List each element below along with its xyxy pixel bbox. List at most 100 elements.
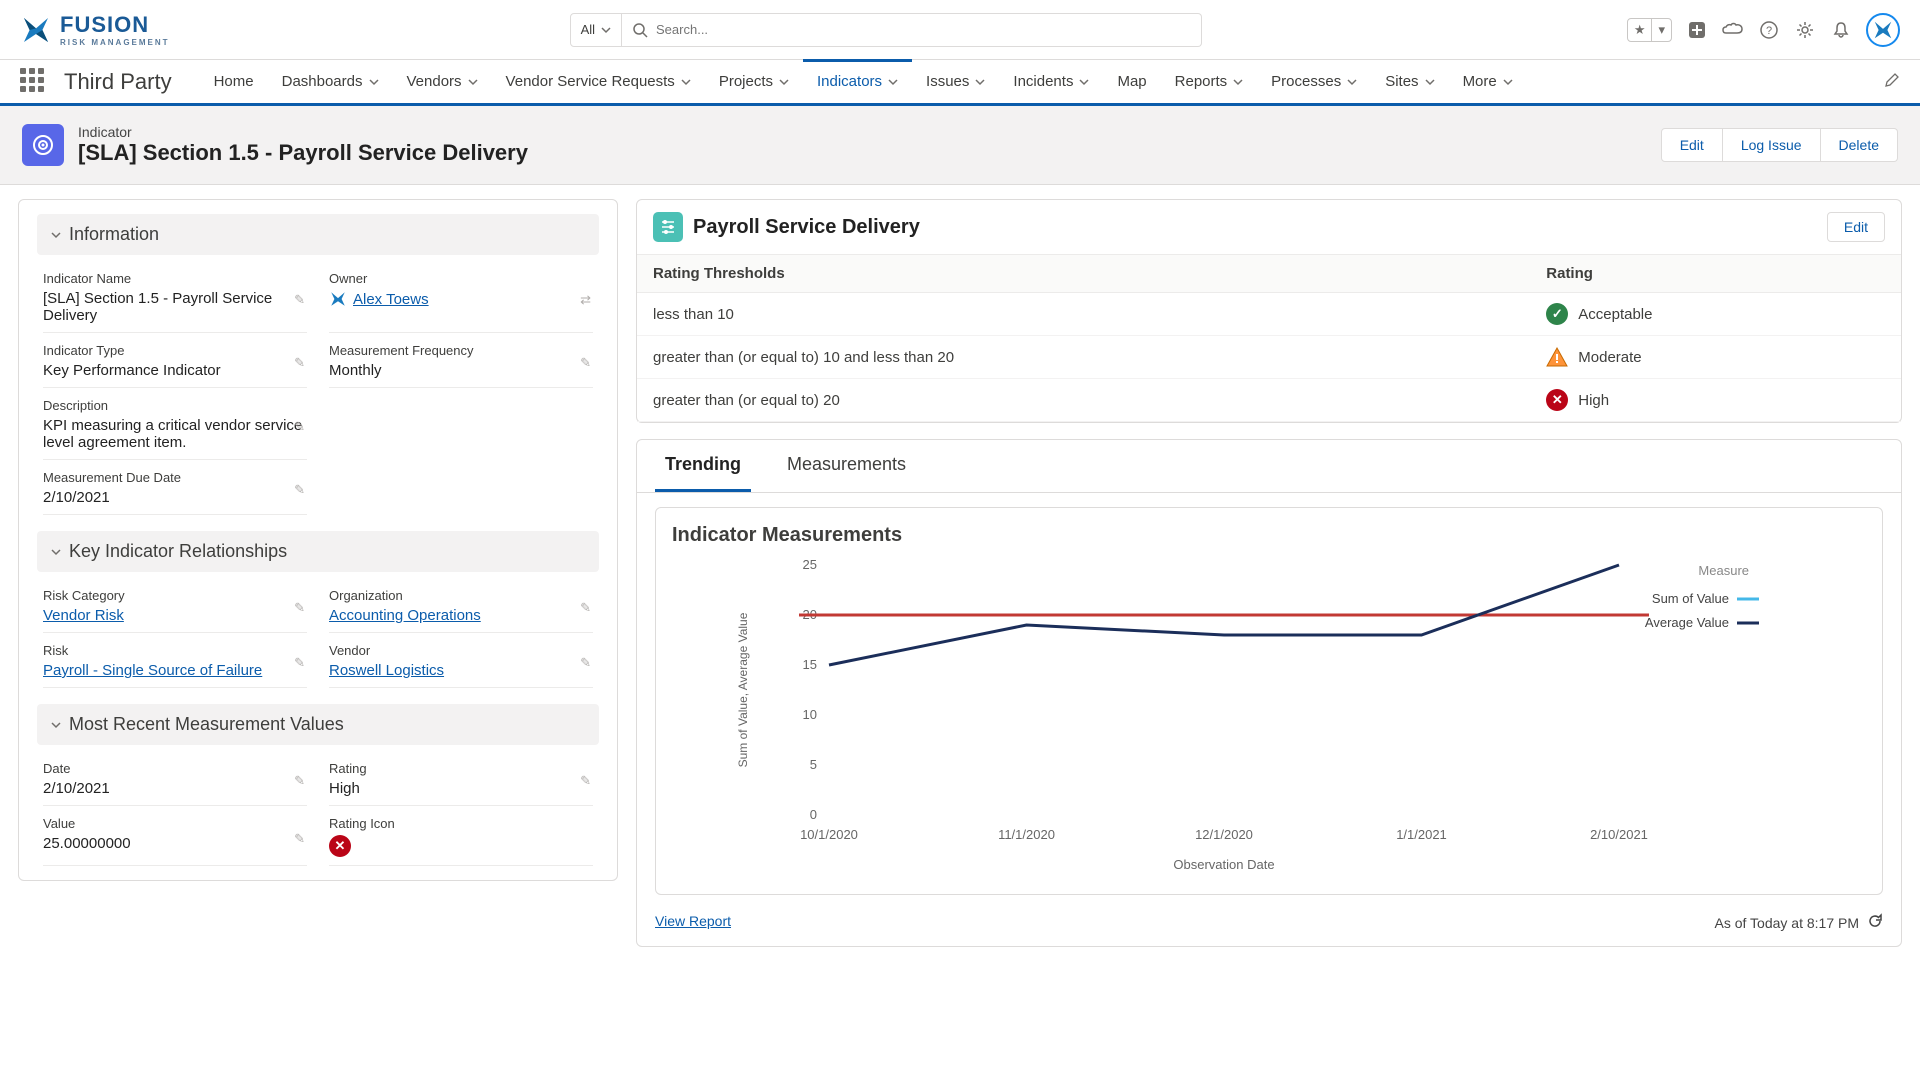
field-organization: Organization Accounting Operations ✎	[329, 584, 593, 633]
chevron-down-icon	[779, 77, 789, 87]
as-of-text: As of Today at 8:17 PM	[1715, 915, 1860, 931]
tab-trending[interactable]: Trending	[655, 440, 751, 492]
section-relationships-header[interactable]: Key Indicator Relationships	[37, 531, 599, 572]
record-header: Indicator [SLA] Section 1.5 - Payroll Se…	[0, 106, 1920, 185]
chevron-down-icon	[601, 25, 611, 35]
refresh-icon[interactable]	[1867, 913, 1883, 932]
chevron-down-icon	[1503, 77, 1513, 87]
help-icon[interactable]: ?	[1758, 19, 1780, 41]
chevron-down-icon	[468, 77, 478, 87]
fusion-logo-icon	[20, 14, 52, 46]
svg-text:25: 25	[803, 557, 817, 572]
user-avatar[interactable]	[1866, 13, 1900, 47]
field-risk-category: Risk Category Vendor Risk ✎	[43, 584, 307, 633]
nav-tab-issues[interactable]: Issues	[912, 60, 999, 103]
chevron-down-icon	[1233, 77, 1243, 87]
nav-tab-vendors[interactable]: Vendors	[393, 60, 492, 103]
nav-tab-more[interactable]: More	[1449, 60, 1527, 103]
chevron-down-icon	[51, 230, 61, 240]
nav-tab-processes[interactable]: Processes	[1257, 60, 1371, 103]
owner-link[interactable]: Alex Toews	[353, 291, 429, 308]
edit-pencil-icon[interactable]: ✎	[294, 419, 305, 435]
edit-pencil-icon[interactable]: ✎	[580, 773, 591, 789]
chevron-down-icon	[975, 77, 985, 87]
organization-link[interactable]: Accounting Operations	[329, 607, 481, 624]
edit-button[interactable]: Edit	[1661, 128, 1723, 162]
change-owner-icon[interactable]: ⇄	[580, 292, 591, 308]
object-label: Indicator	[78, 124, 528, 140]
svg-text:10: 10	[803, 707, 817, 722]
threshold-row: greater than (or equal to) 20✕High	[637, 379, 1901, 422]
edit-pencil-icon[interactable]: ✎	[294, 831, 305, 847]
owner-avatar-icon	[329, 290, 347, 308]
thresholds-table: Rating Thresholds Rating less than 10✓Ac…	[637, 254, 1901, 422]
svg-text:12/1/2020: 12/1/2020	[1195, 827, 1253, 842]
thresholds-edit-button[interactable]: Edit	[1827, 212, 1885, 242]
field-vendor: Vendor Roswell Logistics ✎	[329, 639, 593, 688]
chevron-down-icon	[1079, 77, 1089, 87]
add-icon[interactable]	[1686, 19, 1708, 41]
view-report-link[interactable]: View Report	[655, 913, 731, 932]
section-recent-header[interactable]: Most Recent Measurement Values	[37, 704, 599, 745]
star-icon: ★	[1628, 19, 1653, 41]
search-scope-label: All	[581, 22, 595, 37]
edit-pencil-icon[interactable]: ✎	[294, 355, 305, 371]
field-rating-icon: Rating Icon ✕	[329, 812, 593, 866]
indicator-object-icon	[22, 124, 64, 166]
svg-text:2/10/2021: 2/10/2021	[1590, 827, 1648, 842]
log-issue-button[interactable]: Log Issue	[1723, 128, 1821, 162]
edit-pencil-icon[interactable]: ✎	[580, 655, 591, 671]
app-launcher-icon[interactable]	[20, 68, 48, 96]
edit-pencil-icon[interactable]: ✎	[294, 292, 305, 308]
delete-button[interactable]: Delete	[1821, 128, 1898, 162]
chevron-down-icon: ▾	[1652, 19, 1671, 41]
field-owner: Owner Alex Toews ⇄	[329, 267, 593, 333]
nav-tab-home[interactable]: Home	[200, 60, 268, 103]
search-scope-dropdown[interactable]: All	[570, 13, 622, 47]
svg-text:11/1/2020: 11/1/2020	[998, 827, 1055, 842]
edit-pencil-icon[interactable]: ✎	[580, 600, 591, 616]
svg-text:5: 5	[810, 757, 817, 772]
nav-tab-reports[interactable]: Reports	[1161, 60, 1258, 103]
risk-link[interactable]: Payroll - Single Source of Failure	[43, 662, 262, 679]
trending-card: TrendingMeasurements Indicator Measureme…	[636, 439, 1902, 947]
nav-tab-vendor-service-requests[interactable]: Vendor Service Requests	[492, 60, 705, 103]
tab-measurements[interactable]: Measurements	[777, 440, 916, 492]
edit-pencil-icon[interactable]: ✎	[580, 355, 591, 371]
edit-nav-pencil-icon[interactable]	[1884, 72, 1900, 91]
chevron-down-icon	[681, 77, 691, 87]
edit-pencil-icon[interactable]: ✎	[294, 773, 305, 789]
nav-tab-incidents[interactable]: Incidents	[999, 60, 1103, 103]
favorites-button[interactable]: ★ ▾	[1627, 18, 1672, 42]
svg-text:0: 0	[810, 807, 817, 822]
salesforce-icon[interactable]	[1722, 19, 1744, 41]
search-input[interactable]	[656, 22, 1191, 37]
notifications-bell-icon[interactable]	[1830, 19, 1852, 41]
rating-ok-icon: ✓	[1546, 303, 1568, 325]
field-recent-value: Value 25.00000000 ✎	[43, 812, 307, 866]
svg-text:Observation Date: Observation Date	[1173, 857, 1274, 872]
nav-bar: Third Party HomeDashboardsVendorsVendor …	[0, 60, 1920, 106]
section-information-header[interactable]: Information	[37, 214, 599, 255]
vendor-link[interactable]: Roswell Logistics	[329, 662, 444, 679]
field-recent-date: Date 2/10/2021 ✎	[43, 757, 307, 806]
edit-pencil-icon[interactable]: ✎	[294, 600, 305, 616]
thresholds-card: Payroll Service Delivery Edit Rating Thr…	[636, 199, 1902, 423]
brand-name: FUSION	[60, 12, 149, 37]
section-relationships-title: Key Indicator Relationships	[69, 541, 287, 562]
brand-logo: FUSION RISK MANAGEMENT	[20, 12, 170, 47]
section-recent-title: Most Recent Measurement Values	[69, 714, 344, 735]
nav-tab-map[interactable]: Map	[1103, 60, 1160, 103]
record-title: [SLA] Section 1.5 - Payroll Service Deli…	[78, 140, 528, 166]
edit-pencil-icon[interactable]: ✎	[294, 655, 305, 671]
nav-tab-projects[interactable]: Projects	[705, 60, 803, 103]
risk-category-link[interactable]: Vendor Risk	[43, 607, 124, 624]
field-risk: Risk Payroll - Single Source of Failure …	[43, 639, 307, 688]
chevron-down-icon	[888, 77, 898, 87]
chevron-down-icon	[1425, 77, 1435, 87]
nav-tab-dashboards[interactable]: Dashboards	[268, 60, 393, 103]
edit-pencil-icon[interactable]: ✎	[294, 482, 305, 498]
nav-tab-indicators[interactable]: Indicators	[803, 60, 912, 103]
setup-gear-icon[interactable]	[1794, 19, 1816, 41]
nav-tab-sites[interactable]: Sites	[1371, 60, 1448, 103]
